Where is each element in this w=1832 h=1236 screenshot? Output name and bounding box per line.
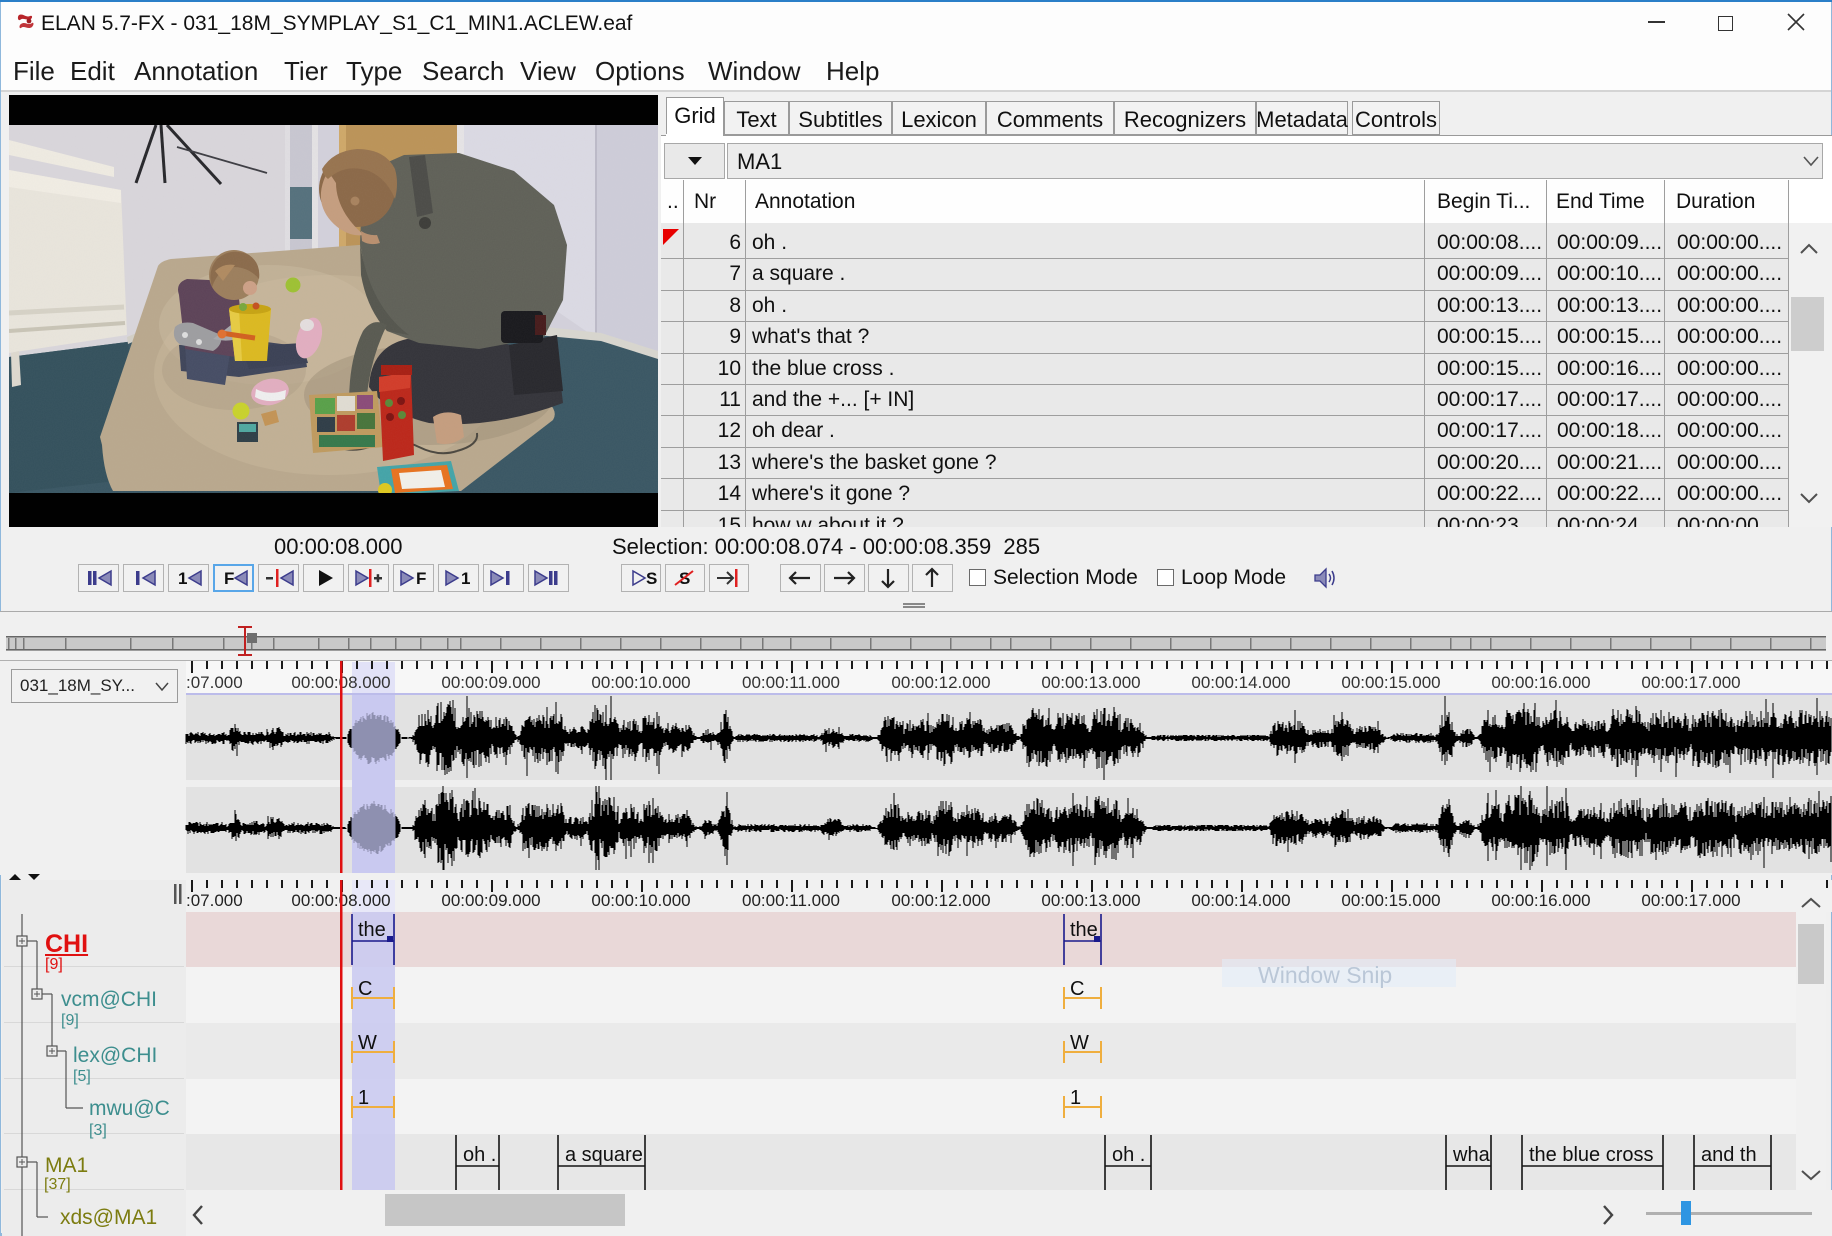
svg-text:W: W <box>1070 1032 1089 1054</box>
svg-text:00:00:12.000: 00:00:12.000 <box>891 673 990 692</box>
svg-text:wha: wha <box>1452 1144 1491 1166</box>
svg-text:00:00:10.000: 00:00:10.000 <box>591 891 690 910</box>
svg-text:the: the <box>1070 919 1098 941</box>
svg-text:00:00:16.000: 00:00:16.000 <box>1491 891 1590 910</box>
svg-text:C: C <box>358 978 372 1000</box>
svg-text:oh .: oh . <box>1112 1144 1145 1166</box>
svg-text:1: 1 <box>461 569 470 588</box>
svg-text:and th: and th <box>1701 1144 1757 1166</box>
svg-text:00:00:09.000: 00:00:09.000 <box>441 673 540 692</box>
svg-text:00:00:15.000: 00:00:15.000 <box>1341 673 1440 692</box>
svg-text:F: F <box>416 569 426 588</box>
svg-text:00:00:17.000: 00:00:17.000 <box>1641 673 1740 692</box>
svg-text:00:00:13.000: 00:00:13.000 <box>1041 673 1140 692</box>
svg-text:00:00:10.000: 00:00:10.000 <box>591 673 690 692</box>
svg-text:the blue cross: the blue cross <box>1529 1144 1654 1166</box>
svg-text:00:00:14.000: 00:00:14.000 <box>1191 891 1290 910</box>
svg-text:00:00:11.000: 00:00:11.000 <box>742 891 840 910</box>
svg-text:00:00:15.000: 00:00:15.000 <box>1341 891 1440 910</box>
svg-text:1: 1 <box>358 1087 369 1109</box>
svg-text:00:00:13.000: 00:00:13.000 <box>1041 891 1140 910</box>
svg-text:oh .: oh . <box>463 1144 496 1166</box>
svg-text:00:00:11.000: 00:00:11.000 <box>742 673 840 692</box>
svg-text::07.000: :07.000 <box>186 673 243 692</box>
svg-text:1: 1 <box>178 569 187 588</box>
svg-text::07.000: :07.000 <box>186 891 243 910</box>
svg-text:00:00:16.000: 00:00:16.000 <box>1491 673 1590 692</box>
svg-text:a square: a square <box>565 1144 643 1166</box>
svg-text:1: 1 <box>1070 1087 1081 1109</box>
svg-text:00:00:09.000: 00:00:09.000 <box>441 891 540 910</box>
svg-text:S: S <box>646 569 657 588</box>
svg-text:C: C <box>1070 978 1084 1000</box>
svg-text:F: F <box>224 569 234 588</box>
svg-text:W: W <box>358 1032 377 1054</box>
svg-text:the: the <box>358 919 386 941</box>
svg-text:00:00:17.000: 00:00:17.000 <box>1641 891 1740 910</box>
svg-text:00:00:12.000: 00:00:12.000 <box>891 891 990 910</box>
svg-text:00:00:14.000: 00:00:14.000 <box>1191 673 1290 692</box>
